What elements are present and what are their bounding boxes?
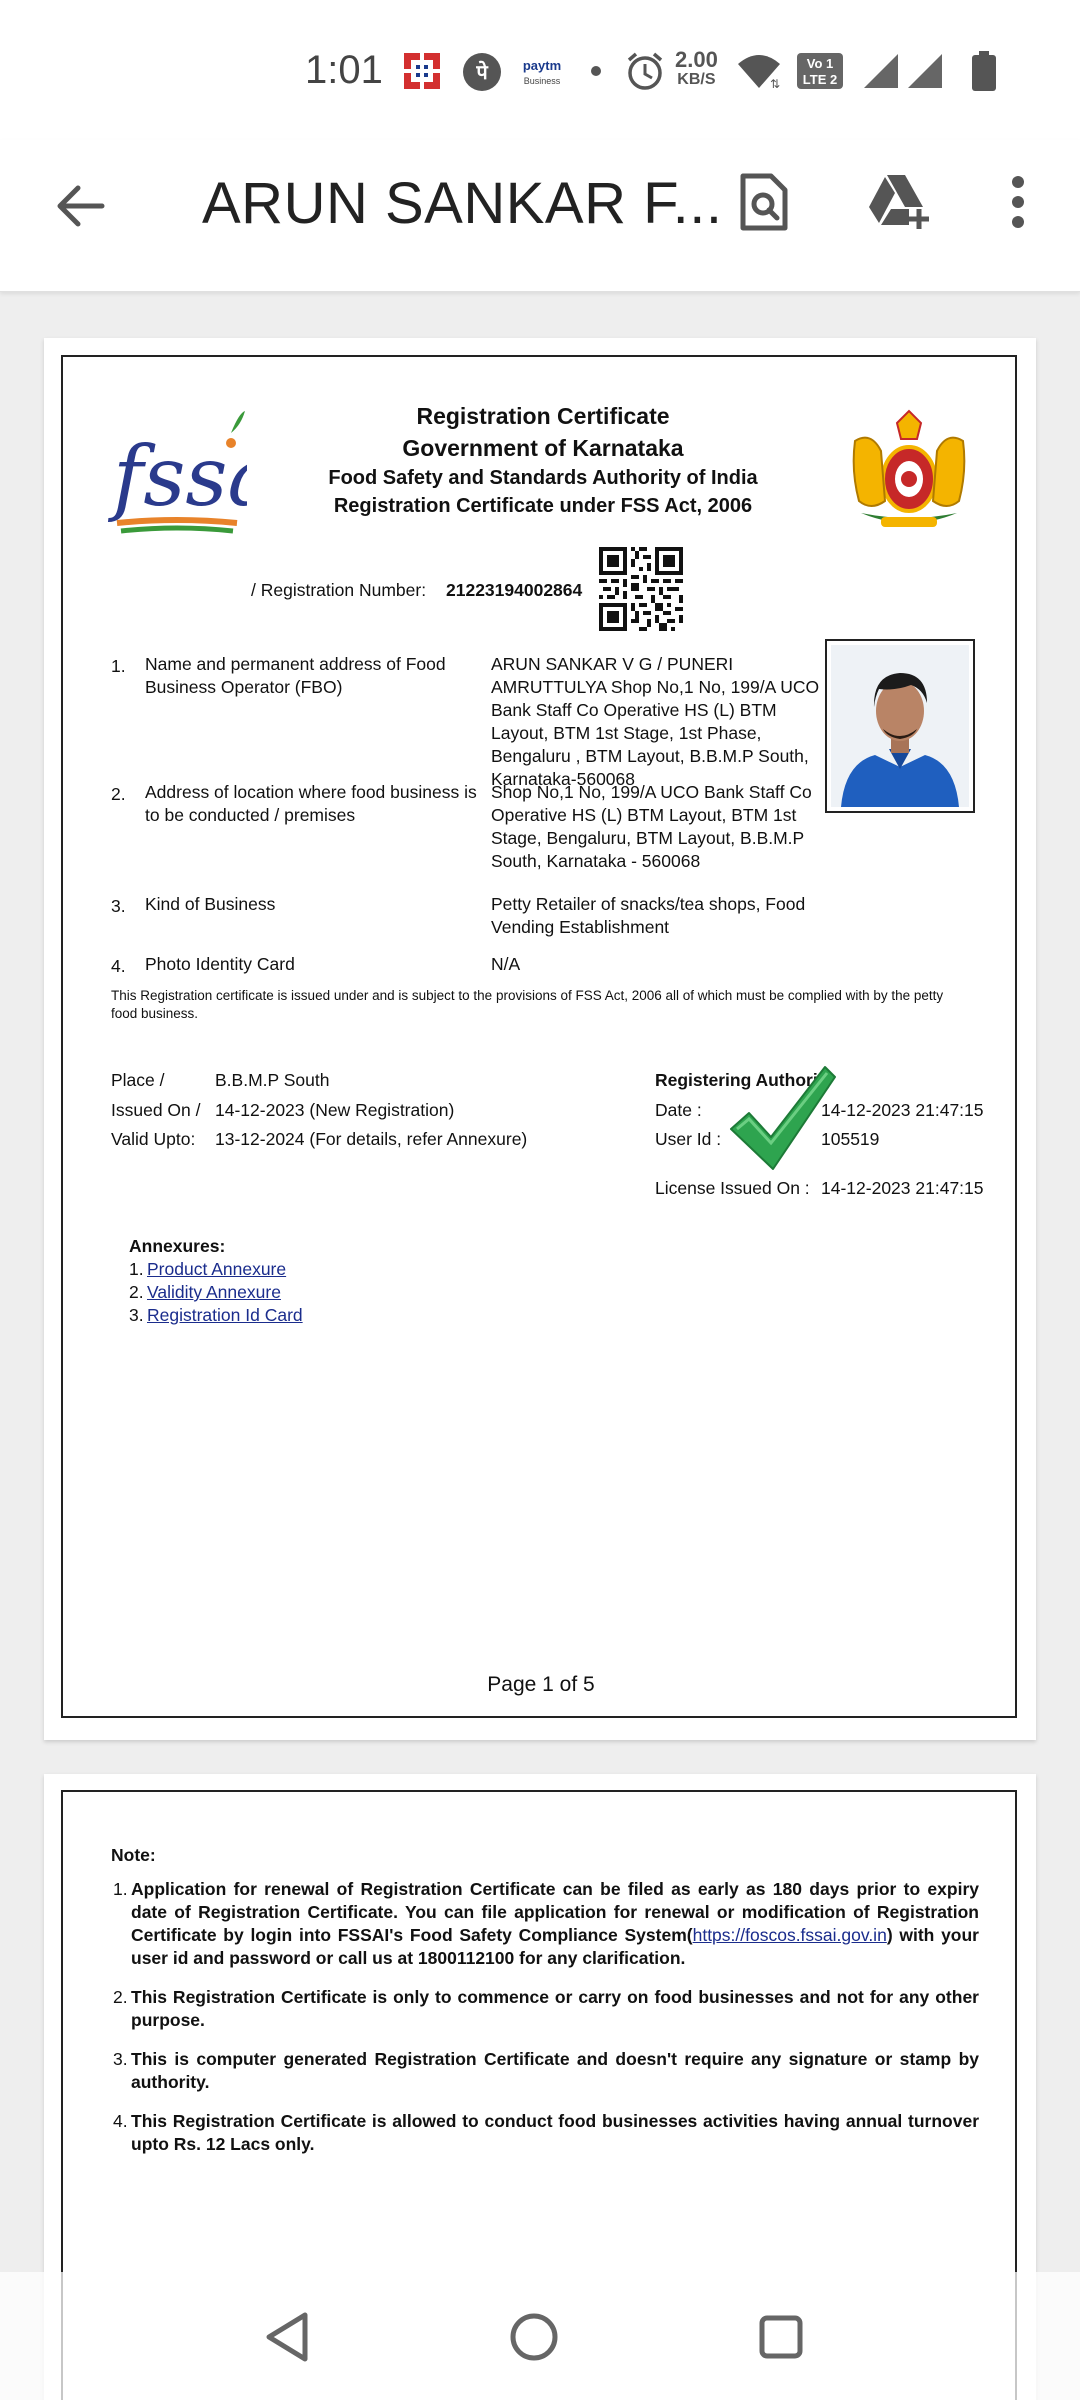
notes-list: 1. Application for renewal of Registrati… <box>113 1878 979 2172</box>
item-value: ARUN SANKAR V G / PUNERI AMRUTTULYA Shop… <box>491 654 820 789</box>
user-id-label: User Id : <box>655 1129 722 1149</box>
note-number: 3. <box>113 2049 128 2069</box>
wifi-icon: ⇅ <box>738 55 780 90</box>
phonepe-icon: पे <box>463 53 501 91</box>
valid-label: Valid Upto: <box>111 1129 196 1149</box>
annexure-link-validity[interactable]: Validity Annexure <box>147 1281 281 1304</box>
valid-value: 13-12-2024 (For details, refer Annexure) <box>215 1129 528 1149</box>
paytm-business-icon: paytm Business <box>523 58 561 86</box>
note-number: 1. <box>113 1879 128 1899</box>
note-text: This Registration Certificate is only to… <box>131 1987 979 2030</box>
back-button[interactable] <box>44 170 116 242</box>
hdfc-icon <box>404 53 440 89</box>
svg-text:Business: Business <box>524 76 561 86</box>
qr-code <box>599 547 683 631</box>
home-circle-icon <box>510 2313 558 2361</box>
app-bar: ARUN SANKAR F... <box>0 140 1080 292</box>
svg-text:fssai: fssai <box>107 430 247 525</box>
signal-icon <box>864 54 898 88</box>
note-heading: Note: <box>111 1845 156 1865</box>
svg-text:Vo 1: Vo 1 <box>807 56 834 71</box>
annexure-number: 2. <box>129 1282 144 1302</box>
status-time: 1:01 <box>305 48 383 92</box>
date-value: 14-12-2023 21:47:15 <box>821 1100 984 1120</box>
recents-square-icon <box>759 2315 803 2359</box>
svg-text:paytm: paytm <box>523 58 561 73</box>
add-to-drive-button[interactable] <box>856 160 940 244</box>
find-in-page-button[interactable] <box>722 160 806 244</box>
nav-recents-button[interactable] <box>746 2302 816 2372</box>
item-label: Kind of Business <box>145 894 276 914</box>
battery-icon <box>972 51 996 91</box>
status-bar: 1:01 पे paytm Business 2.00 KB/S ⇅ Vo 1 LTE… <box>0 0 1080 140</box>
note-item: 1. Application for renewal of Registrati… <box>113 1878 979 1970</box>
navigation-bar <box>0 2272 1080 2400</box>
network-speed: 2.00 KB/S <box>675 47 718 89</box>
annexure-number: 1. <box>129 1259 144 1279</box>
note-text: This Registration Certificate is allowed… <box>131 2111 979 2154</box>
svg-text:⇅: ⇅ <box>770 77 780 90</box>
nav-home-button[interactable] <box>499 2302 569 2372</box>
volte-icon: Vo 1LTE 2 <box>797 53 843 89</box>
disclaimer: This Registration certificate is issued … <box>111 988 944 1021</box>
fbo-photo <box>825 639 975 813</box>
verified-check-icon <box>730 1066 836 1170</box>
place-value: B.B.M.P South <box>215 1070 330 1090</box>
signal-icon <box>908 54 942 88</box>
item-value: N/A <box>491 954 521 974</box>
note-item: 2. This Registration Certificate is only… <box>113 1986 979 2032</box>
annexure-link-product[interactable]: Product Annexure <box>147 1258 286 1281</box>
alarm-icon <box>627 52 663 90</box>
certificate-border: fssai Registration Certificate Governmen… <box>61 355 1017 1718</box>
annexure-number: 3. <box>129 1305 144 1325</box>
pdf-page-1: fssai Registration Certificate Governmen… <box>44 338 1036 1740</box>
annexures-heading: Annexures: <box>129 1236 226 1256</box>
fssai-logo: fssai <box>107 411 247 534</box>
reg-number-label: / Registration Number: <box>251 580 427 600</box>
license-issued-label: License Issued On : <box>655 1178 810 1198</box>
issued-label: Issued On / <box>111 1100 201 1120</box>
back-arrow-icon <box>57 185 105 227</box>
item-value: Shop No,1 No, 199/A UCO Bank Staff Co Op… <box>491 782 812 871</box>
dot-icon <box>591 66 601 76</box>
foscos-link[interactable]: https://foscos.fssai.gov.in <box>693 1925 887 1945</box>
act-name: Registration Certificate under FSS Act, … <box>333 495 753 517</box>
authority-name: Food Safety and Standards Authority of I… <box>328 467 758 489</box>
note-text: This is computer generated Registration … <box>131 2049 979 2092</box>
date-label: Date : <box>655 1100 702 1120</box>
svg-text:पे: पे <box>475 60 489 84</box>
find-in-page-icon <box>740 173 788 231</box>
back-triangle-icon <box>266 2312 308 2362</box>
item-value: Petty Retailer of snacks/tea shops, Food… <box>491 894 806 937</box>
add-to-drive-icon <box>869 175 929 229</box>
note-item: 3. This is computer generated Registrati… <box>113 2048 979 2094</box>
reg-number: 21223194002864 <box>446 580 583 600</box>
more-vert-icon <box>1012 176 1024 228</box>
issued-value: 14-12-2023 (New Registration) <box>215 1100 455 1120</box>
karnataka-emblem <box>852 409 966 527</box>
svg-text:LTE 2: LTE 2 <box>803 72 837 87</box>
item-number: 4. <box>111 956 126 976</box>
note-number: 2. <box>113 1987 128 2007</box>
more-options-button[interactable] <box>976 160 1060 244</box>
item-number: 1. <box>111 656 126 676</box>
item-label: Name and permanent address of Food Busin… <box>145 654 446 697</box>
note-item: 4. This Registration Certificate is allo… <box>113 2110 979 2156</box>
license-issued-value: 14-12-2023 21:47:15 <box>821 1178 984 1198</box>
item-number: 3. <box>111 896 126 916</box>
document-title: ARUN SANKAR F... <box>202 171 723 236</box>
nav-back-button[interactable] <box>252 2302 322 2372</box>
page-indicator: Page 1 of 5 <box>487 1673 595 1696</box>
annexure-link-id-card[interactable]: Registration Id Card <box>147 1304 303 1327</box>
item-label: Address of location where food business … <box>145 782 477 825</box>
certificate-title: Registration Certificate <box>416 403 670 429</box>
item-number: 2. <box>111 784 126 804</box>
note-number: 4. <box>113 2111 128 2131</box>
government-name: Government of Karnataka <box>402 435 684 461</box>
place-label: Place / <box>111 1070 165 1090</box>
item-label: Photo Identity Card <box>145 954 295 974</box>
